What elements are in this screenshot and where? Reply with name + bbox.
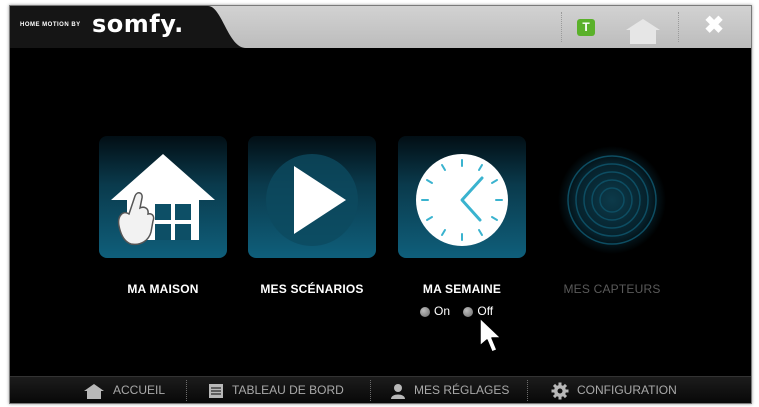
radio-off-icon [463,306,474,317]
house-hand-icon [111,154,215,246]
bottom-nav: ACCUEIL TABLEAU DE BORD MES RÉGLAGES CON… [10,376,751,403]
nav-configuration[interactable]: CONFIGURATION [551,377,677,403]
clock-icon [416,154,508,246]
tile-mes-scenarios[interactable] [248,136,376,258]
nav-label: CONFIGURATION [577,383,677,397]
dashboard-icon [209,383,223,398]
play-icon [266,154,358,246]
radio-on[interactable]: On [420,304,450,318]
nav-divider [527,380,528,401]
top-bar: HOME MOTION BY somfy. T ✖ [10,6,751,48]
nav-label: ACCUEIL [113,383,166,397]
brand-prefix: HOME MOTION BY [20,22,81,28]
nav-label: TABLEAU DE BORD [232,383,344,397]
nav-divider [186,380,187,401]
tile-label: MA MAISON [127,282,199,296]
nav-mes-reglages[interactable]: MES RÉGLAGES [390,377,510,403]
nav-tableau-de-bord[interactable]: TABLEAU DE BORD [208,377,344,403]
mouse-cursor-icon [479,317,502,353]
top-divider [678,12,679,42]
semaine-toggle: On Off [420,304,520,320]
home-top-icon[interactable] [625,18,661,44]
nav-accueil[interactable]: ACCUEIL [83,377,166,403]
tile-label: MES SCÉNARIOS [260,282,364,296]
gear-icon [551,382,569,400]
tile-ma-semaine[interactable] [398,136,526,258]
close-icon[interactable]: ✖ [702,14,726,38]
tile-mes-capteurs[interactable] [548,136,676,258]
top-divider [561,12,562,42]
radio-on-icon [420,306,430,317]
radio-on-label: On [434,304,451,318]
t-badge-button[interactable]: T [577,19,595,36]
user-icon [391,383,405,399]
nav-divider [370,380,371,401]
home-icon [84,383,104,399]
tile-ma-maison[interactable] [99,136,227,258]
tile-label: MES CAPTEURS [563,282,661,296]
tile-label: MA SEMAINE [422,282,502,296]
sensor-icon [558,146,666,254]
nav-label: MES RÉGLAGES [414,383,510,397]
somfy-logo: somfy. [92,10,184,38]
app-window: HOME MOTION BY somfy. T ✖ MA MAISON MES … [9,5,752,404]
